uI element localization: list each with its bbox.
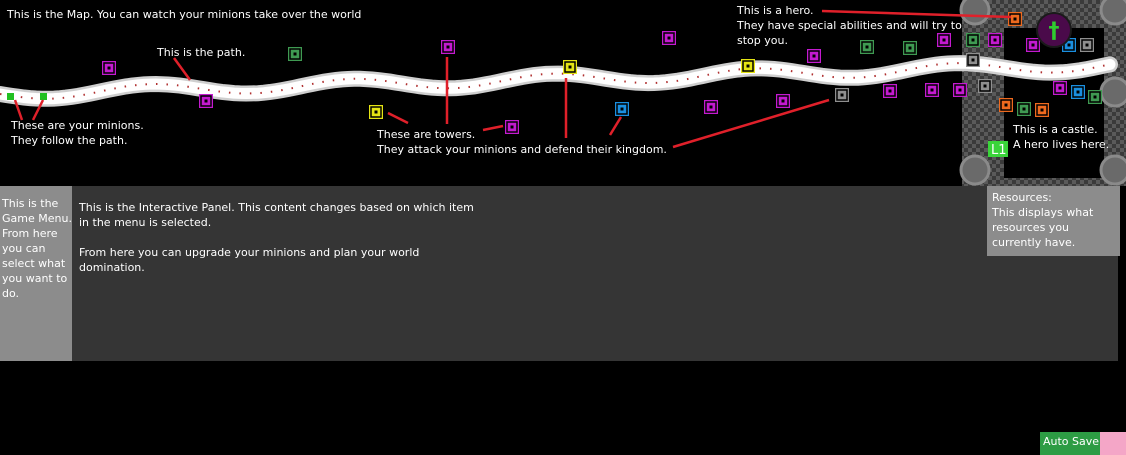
interactive-panel[interactable]: This is the Interactive Panel. This cont…	[72, 186, 1118, 361]
game-menu-text: This is the Game Menu. From here you can…	[2, 197, 72, 300]
tower-center	[1085, 43, 1089, 47]
tower-center	[983, 84, 987, 88]
tower-center	[746, 64, 750, 68]
level-badge-text: L1	[991, 143, 1007, 158]
tower-center	[1040, 108, 1044, 112]
interactive-panel-text-1: This is the Interactive Panel. This cont…	[79, 201, 474, 229]
tower-center	[204, 99, 208, 103]
tower-center	[709, 105, 713, 109]
tower-center	[781, 99, 785, 103]
auto-save-button[interactable]: Auto Save	[1040, 432, 1100, 455]
castle-turret	[1099, 76, 1126, 108]
hero-cross-icon: †	[1049, 19, 1060, 44]
castle-turret	[1099, 154, 1126, 186]
pink-button[interactable]	[1100, 432, 1126, 455]
annotation-line	[672, 98, 830, 149]
minion[interactable]	[7, 93, 14, 100]
tower-center	[1093, 95, 1097, 99]
annotation-line	[172, 57, 192, 81]
interactive-panel-text-2: From here you can upgrade your minions a…	[79, 246, 420, 274]
minion[interactable]	[40, 93, 47, 100]
tower-center	[568, 65, 572, 69]
tower-center	[930, 88, 934, 92]
tower-center	[1031, 43, 1035, 47]
tower-center	[620, 107, 624, 111]
tower-center	[667, 36, 671, 40]
game-menu[interactable]: This is the Game Menu. From here you can…	[0, 186, 72, 361]
tower-center	[1022, 107, 1026, 111]
castle-turret	[1099, 0, 1126, 26]
tower-center	[812, 54, 816, 58]
annotation-line	[387, 111, 409, 125]
tower-center	[1013, 17, 1017, 21]
tower-center	[293, 52, 297, 56]
castle-turret	[959, 154, 991, 186]
tower-center	[840, 93, 844, 97]
towers-label: These are towers. They attack your minio…	[377, 128, 667, 156]
tower-center	[993, 38, 997, 42]
tower-center	[971, 38, 975, 42]
tower-center	[971, 58, 975, 62]
minions-label: These are your minions. They follow the …	[11, 119, 144, 147]
castle-label: This is a castle. A hero lives here.	[1013, 123, 1110, 151]
tower-center	[107, 66, 111, 70]
tower-center	[888, 89, 892, 93]
map-label: This is the Map. You can watch your mini…	[7, 8, 362, 21]
tower-center	[1076, 90, 1080, 94]
tower-center	[958, 88, 962, 92]
tower-center	[1058, 86, 1062, 90]
resources-panel: Resources: This displays what resources …	[987, 186, 1120, 256]
tower-center	[1004, 103, 1008, 107]
resources-text: Resources: This displays what resources …	[992, 191, 1094, 249]
path-label: This is the path.	[157, 46, 246, 59]
castle-turret	[959, 0, 991, 26]
hero-label: This is a hero. They have special abilit…	[737, 4, 962, 47]
map-area[interactable]: L1 † This is the Map. You can watch your …	[0, 0, 1126, 186]
tower-center	[1067, 43, 1071, 47]
tower-center	[446, 45, 450, 49]
tower-center	[374, 110, 378, 114]
